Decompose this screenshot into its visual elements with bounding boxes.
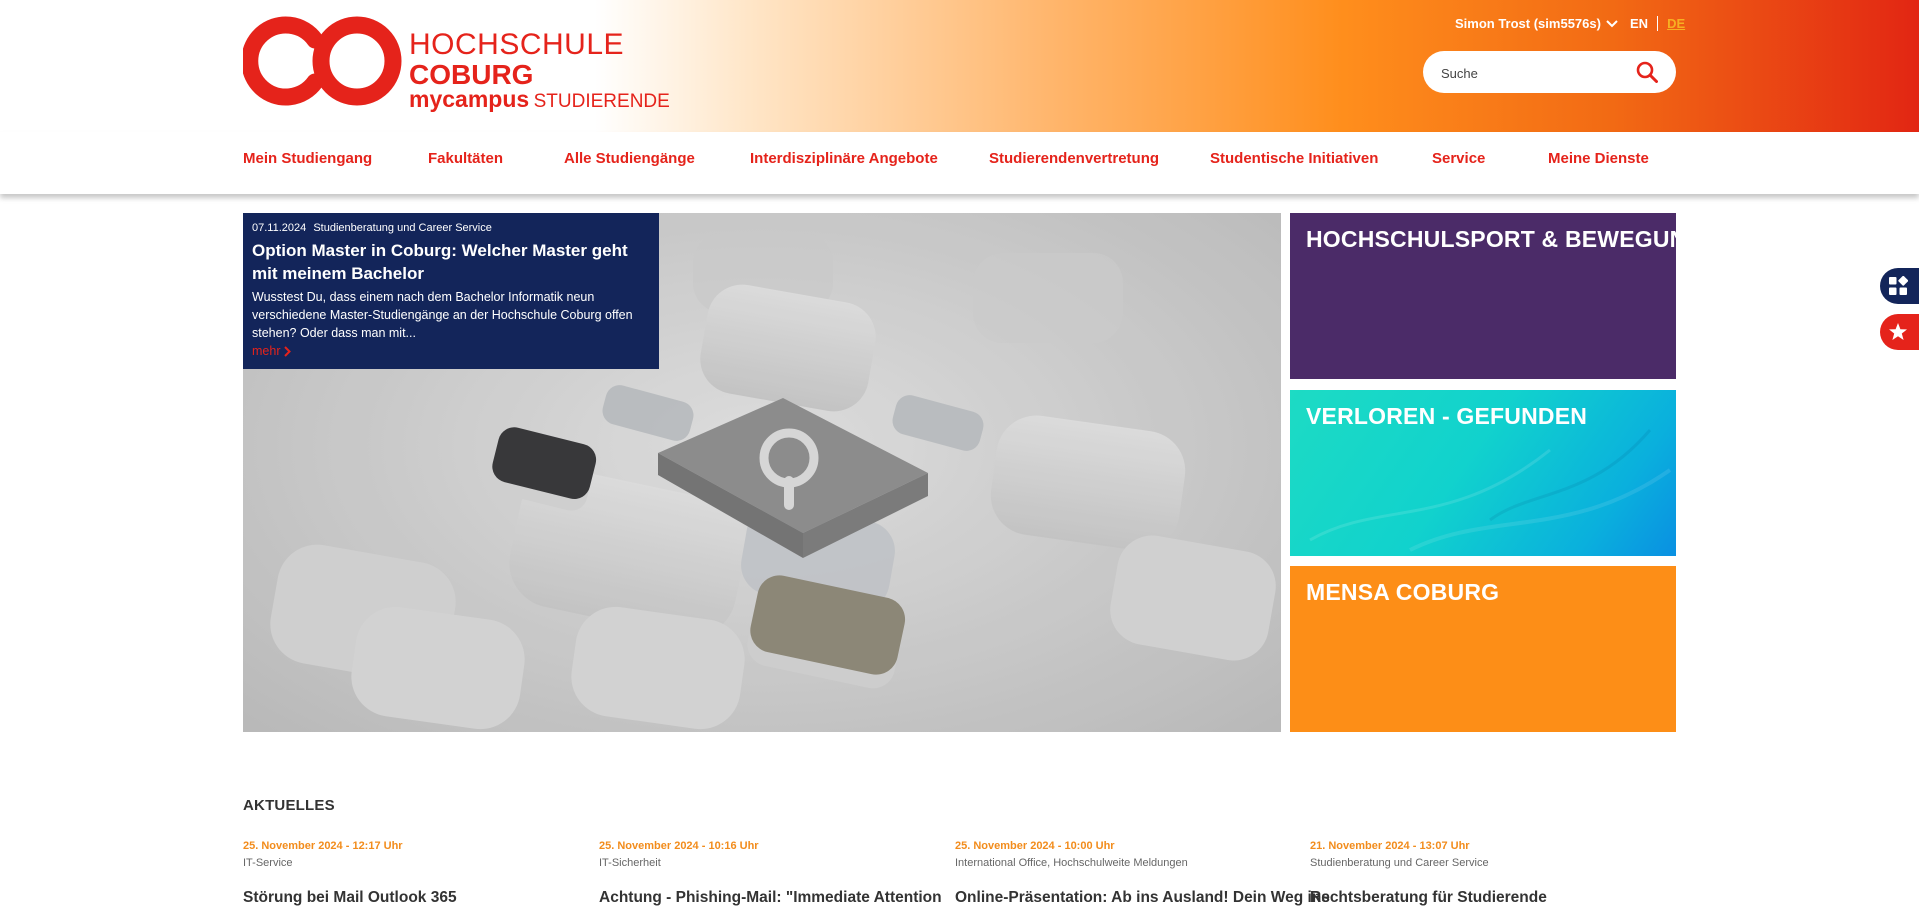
news-item-category: IT-Service	[243, 857, 293, 869]
nav-interdisziplinaere-angebote[interactable]: Interdisziplinäre Angebote	[750, 150, 938, 167]
logo-mark-icon	[243, 16, 402, 106]
tile-mensa-coburg-title: MENSA COBURG	[1306, 579, 1500, 605]
hero-more-label: mehr	[252, 344, 281, 358]
chevron-right-icon	[284, 345, 292, 357]
nav-studierendenvertretung[interactable]: Studierendenvertretung	[989, 150, 1159, 167]
language-switcher: EN DE	[1630, 16, 1685, 31]
news-item: 21. November 2024 - 13:07 Uhr Studienber…	[1310, 840, 1650, 907]
nav-meine-dienste[interactable]: Meine Dienste	[1548, 150, 1649, 167]
hero-news-date: 07.11.2024	[252, 222, 307, 234]
lang-en-link[interactable]: EN	[1630, 16, 1659, 31]
news-item-title[interactable]: Achtung - Phishing-Mail: "Immediate Atte…	[599, 889, 942, 907]
news-item-date: 25. November 2024 - 10:00 Uhr	[955, 840, 1115, 852]
hochschule-coburg-logo[interactable]: HOCHSCHULE COBURG mycampus STUDIERENDE	[243, 14, 670, 114]
aktuelles-heading: AKTUELLES	[243, 797, 335, 814]
tile-hochschulsport[interactable]: HOCHSCHULSPORT & BEWEGUNG	[1290, 213, 1676, 379]
news-item: 25. November 2024 - 10:16 Uhr IT-Sicherh…	[599, 840, 942, 907]
logo-mycampus-text: mycampus STUDIERENDE	[409, 86, 670, 112]
tile-verloren-gefunden[interactable]: VERLOREN - GEFUNDEN	[1290, 390, 1676, 556]
news-item: 25. November 2024 - 12:17 Uhr IT-Service…	[243, 840, 583, 907]
site-header: HOCHSCHULE COBURG mycampus STUDIERENDE S…	[0, 0, 1919, 132]
news-item-date: 25. November 2024 - 12:17 Uhr	[243, 840, 403, 852]
news-item-title[interactable]: Rechtsberatung für Studierende	[1310, 889, 1650, 907]
news-item-date: 25. November 2024 - 10:16 Uhr	[599, 840, 759, 852]
tile-hochschulsport-title: HOCHSCHULSPORT & BEWEGUNG	[1306, 226, 1676, 252]
nav-mein-studiengang[interactable]: Mein Studiengang	[243, 150, 372, 167]
hero-teaser[interactable]: 07.11.2024 Studienberatung und Career Se…	[243, 213, 1281, 732]
hero-more-link[interactable]: mehr	[252, 344, 292, 358]
user-name: Simon Trost (sim5576s)	[1455, 16, 1601, 31]
search-icon[interactable]	[1636, 61, 1658, 83]
user-menu[interactable]: Simon Trost (sim5576s)	[1455, 16, 1618, 31]
search-box	[1423, 51, 1676, 93]
news-item-title[interactable]: Störung bei Mail Outlook 365	[243, 889, 583, 907]
logo-studierende: STUDIERENDE	[533, 91, 670, 112]
main-navigation: Mein Studiengang Fakultäten Alle Studien…	[0, 132, 1919, 194]
nav-studentische-initiativen[interactable]: Studentische Initiativen	[1210, 150, 1378, 167]
quick-apps-button[interactable]	[1880, 268, 1919, 304]
news-item-category: Studienberatung und Career Service	[1310, 857, 1489, 869]
news-item-date: 21. November 2024 - 13:07 Uhr	[1310, 840, 1470, 852]
lang-de-link[interactable]: DE	[1658, 16, 1685, 31]
chevron-down-icon	[1606, 19, 1618, 27]
apps-grid-icon	[1889, 276, 1908, 295]
favorites-button[interactable]	[1880, 314, 1919, 350]
tile-verloren-gefunden-title: VERLOREN - GEFUNDEN	[1306, 403, 1588, 429]
logo-mycampus-bold: mycampus	[409, 86, 530, 112]
news-item-category: International Office, Hochschulweite Mel…	[955, 857, 1188, 869]
news-item: 25. November 2024 - 10:00 Uhr Internatio…	[955, 840, 1330, 907]
hero-news-category: Studienberatung und Career Service	[313, 222, 492, 234]
tile-mensa-coburg[interactable]: MENSA COBURG	[1290, 566, 1676, 732]
news-item-category: IT-Sicherheit	[599, 857, 661, 869]
search-input[interactable]	[1439, 61, 1633, 85]
hero-news-meta: 07.11.2024 Studienberatung und Career Se…	[252, 222, 650, 234]
hero-news-text: Wusstest Du, dass einem nach dem Bachelo…	[252, 290, 633, 340]
star-icon	[1889, 323, 1907, 340]
news-item-title[interactable]: Online-Präsentation: Ab ins Ausland! Dei…	[955, 889, 1330, 907]
nav-service[interactable]: Service	[1432, 150, 1485, 167]
nav-alle-studiengaenge[interactable]: Alle Studiengänge	[564, 150, 695, 167]
nav-fakultaeten[interactable]: Fakultäten	[428, 150, 503, 167]
logo-hochschule-text: HOCHSCHULE	[409, 28, 625, 61]
hero-news-box: 07.11.2024 Studienberatung und Career Se…	[243, 213, 659, 369]
logo-coburg-text: COBURG	[409, 59, 534, 90]
hero-news-title[interactable]: Option Master in Coburg: Welcher Master …	[252, 239, 650, 285]
